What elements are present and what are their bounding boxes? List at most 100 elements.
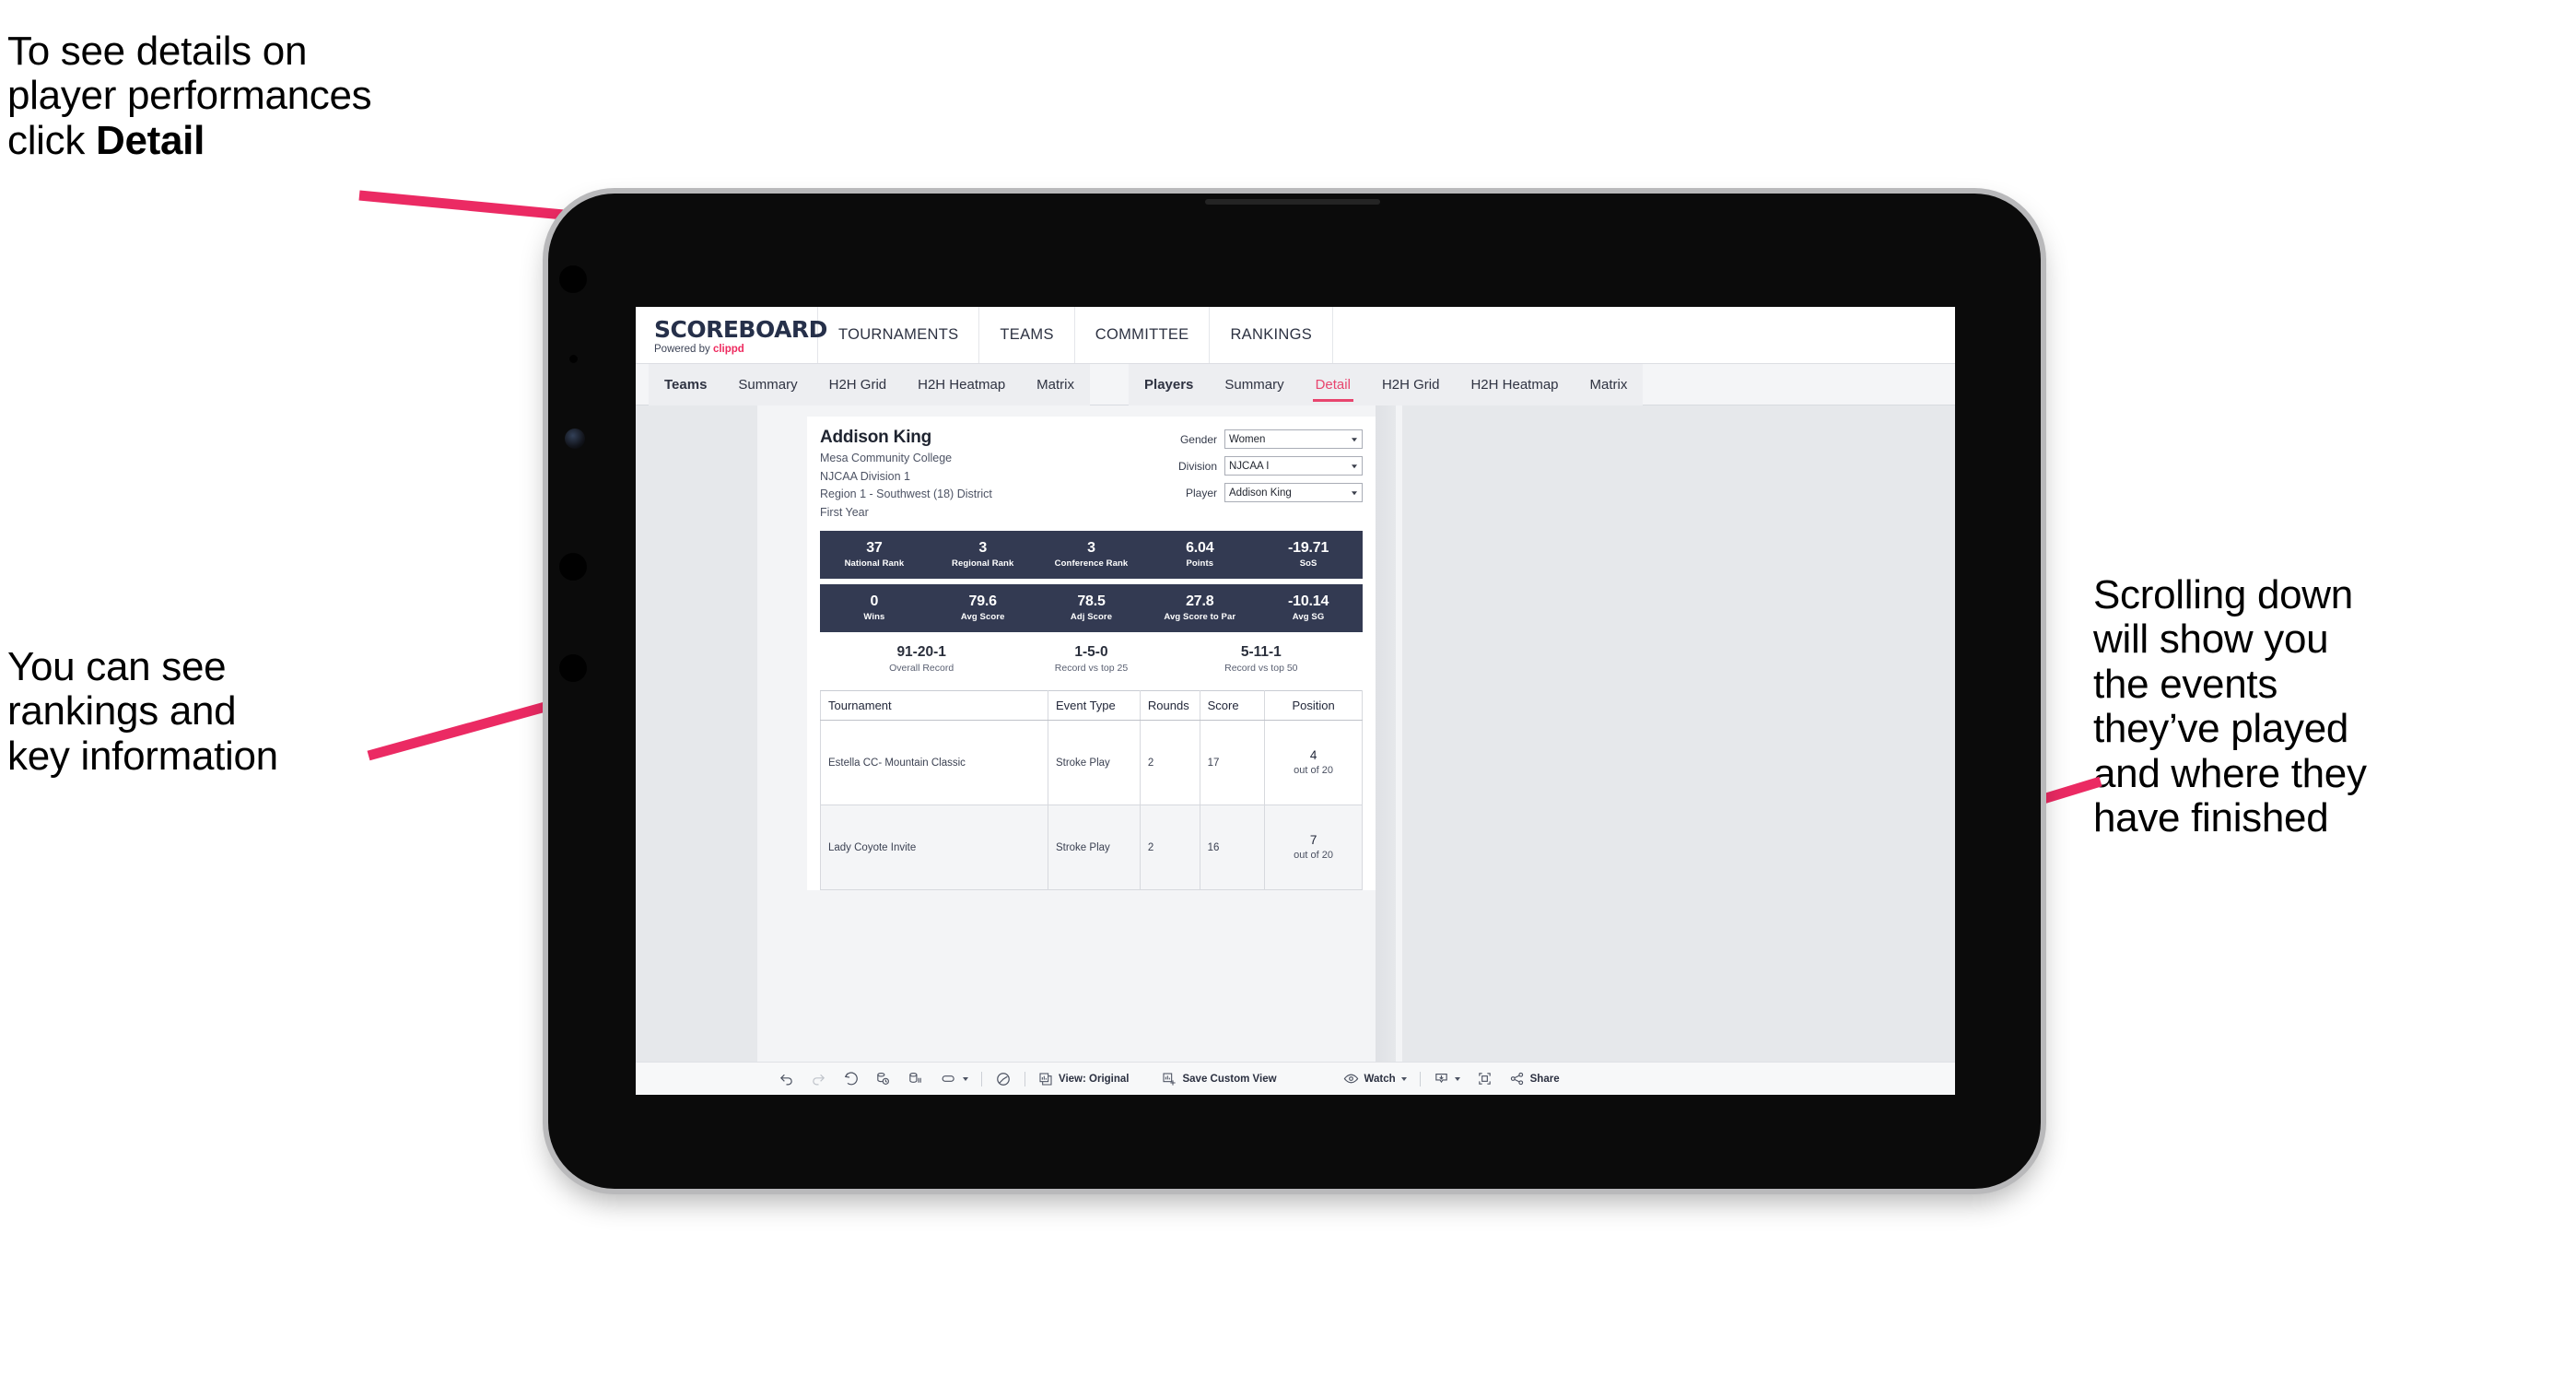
kpi-value: 27.8: [1186, 593, 1214, 609]
pill-icon[interactable]: [940, 1071, 957, 1086]
filter-row-gender: Gender Women: [1142, 429, 1363, 449]
column-header-score[interactable]: Score: [1199, 690, 1266, 722]
save-custom-view-button[interactable]: Save Custom View: [1162, 1072, 1277, 1086]
filter-value-gender: Women: [1229, 433, 1266, 445]
pause-updates-icon[interactable]: [907, 1071, 923, 1086]
tab-teams-matrix[interactable]: Matrix: [1021, 364, 1090, 405]
records-row: 91-20-1 Overall Record 1-5-0 Record vs t…: [820, 644, 1363, 677]
cell-event-type: Stroke Play: [1047, 720, 1141, 806]
view-original-label: View: Original: [1059, 1073, 1130, 1085]
kpi-points: 6.04 Points: [1145, 540, 1254, 570]
app-logo[interactable]: SCOREBOARD Powered by clippd: [636, 307, 827, 363]
position-out-of: out of 20: [1294, 850, 1333, 862]
table-row[interactable]: Lady Coyote Invite Stroke Play 2 16 7 ou…: [820, 805, 1363, 891]
column-header-tournament[interactable]: Tournament: [820, 690, 1048, 722]
tab-players-summary[interactable]: Summary: [1209, 364, 1299, 405]
tab-teams-h2h-grid[interactable]: H2H Grid: [814, 364, 903, 405]
record-value: 5-11-1: [1240, 644, 1282, 660]
record-vs-top-50: 5-11-1 Record vs top 50: [1177, 644, 1346, 674]
record-value: 91-20-1: [896, 644, 946, 660]
filter-select-gender[interactable]: Women: [1224, 429, 1363, 449]
player-school: Mesa Community College: [820, 452, 953, 464]
position-number: 4: [1309, 748, 1317, 763]
player-identity: Addison King Mesa Community College NJCA…: [820, 428, 992, 520]
cell-tournament: Lady Coyote Invite: [820, 805, 1048, 891]
device-sensor-dot: [569, 355, 578, 363]
top-nav-committee[interactable]: COMMITTEE: [1075, 307, 1211, 363]
filter-select-division[interactable]: NJCAA I: [1224, 456, 1363, 476]
filter-row-player: Player Addison King: [1142, 483, 1363, 502]
kpi-bar-scoring: 0 Wins 79.6 Avg Score 78.5 Adj Score 27.…: [820, 584, 1363, 632]
kpi-avg-score-to-par: 27.8 Avg Score to Par: [1145, 593, 1254, 623]
tab-teams-h2h-heatmap[interactable]: H2H Heatmap: [902, 364, 1021, 405]
filter-label-gender: Gender: [1179, 432, 1217, 446]
player-class-year: First Year: [820, 505, 869, 519]
kpi-adj-score: 78.5 Adj Score: [1037, 593, 1146, 623]
device-volume-up-button[interactable]: [559, 553, 587, 581]
cell-position: 7 out of 20: [1264, 805, 1363, 891]
chevron-down-icon: [1352, 437, 1357, 441]
share-button[interactable]: Share: [1509, 1071, 1560, 1086]
fullscreen-icon[interactable]: [1477, 1071, 1493, 1086]
save-custom-view-label: Save Custom View: [1182, 1073, 1277, 1085]
view-original-button[interactable]: View: Original: [1038, 1072, 1129, 1086]
device-camera-icon: [565, 429, 585, 449]
filter-panel: Gender Women Division NJCAA I Player Add…: [1142, 428, 1363, 520]
kpi-avg-sg: -10.14 Avg SG: [1254, 593, 1363, 623]
device-volume-down-button[interactable]: [559, 654, 587, 682]
column-header-event-type[interactable]: Event Type: [1047, 690, 1141, 722]
annotation-right: Scrolling down will show you the events …: [2093, 572, 2367, 840]
top-nav-teams[interactable]: TEAMS: [979, 307, 1075, 363]
kpi-label: Avg Score: [960, 612, 1005, 623]
logo-tagline-brand: clippd: [712, 343, 744, 355]
top-nav-rankings[interactable]: RANKINGS: [1210, 307, 1334, 363]
kpi-wins: 0 Wins: [820, 593, 929, 623]
column-header-position[interactable]: Position: [1264, 690, 1363, 722]
chevron-down-icon: [1454, 1076, 1460, 1081]
kpi-regional-rank: 3 Regional Rank: [929, 540, 1037, 570]
kpi-value: -10.14: [1288, 593, 1329, 609]
presentation-icon[interactable]: [995, 1071, 1012, 1087]
tab-players-h2h-heatmap[interactable]: H2H Heatmap: [1455, 364, 1574, 405]
top-nav-tournaments[interactable]: TOURNAMENTS: [818, 307, 980, 363]
record-vs-top-25: 1-5-0 Record vs top 25: [1006, 644, 1176, 674]
refresh-data-icon[interactable]: [875, 1071, 891, 1086]
record-label: Record vs top 50: [1224, 663, 1298, 675]
kpi-avg-score: 79.6 Avg Score: [929, 593, 1037, 623]
kpi-bar-rankings: 37 National Rank 3 Regional Rank 3 Confe…: [820, 531, 1363, 579]
download-icon[interactable]: [1434, 1071, 1460, 1086]
pill-dropdown-icon[interactable]: [957, 1076, 968, 1081]
watch-button[interactable]: Watch: [1343, 1071, 1407, 1086]
kpi-label: National Rank: [844, 558, 905, 570]
tab-players-h2h-grid[interactable]: H2H Grid: [1366, 364, 1456, 405]
toolbar-divider: [1419, 1071, 1421, 1086]
filter-value-player: Addison King: [1229, 487, 1292, 499]
table-header-row: Tournament Event Type Rounds Score Posit…: [820, 690, 1363, 722]
chevron-down-icon: [1352, 464, 1357, 468]
annotation-top-left-bold: Detail: [95, 117, 205, 163]
kpi-sos: -19.71 SoS: [1254, 540, 1363, 570]
kpi-value: 37: [866, 539, 883, 556]
kpi-label: Regional Rank: [952, 558, 1014, 570]
table-row[interactable]: Estella CC- Mountain Classic Stroke Play…: [820, 720, 1363, 806]
tab-teams-summary[interactable]: Summary: [722, 364, 813, 405]
redo-icon[interactable]: [811, 1071, 826, 1086]
kpi-national-rank: 37 National Rank: [820, 539, 929, 570]
tab-players-detail[interactable]: Detail: [1300, 364, 1366, 405]
logo-tagline-prefix: Powered by: [654, 343, 713, 355]
chevron-down-icon: [1352, 490, 1357, 495]
undo-icon[interactable]: [779, 1071, 794, 1086]
kpi-value: 79.6: [968, 593, 998, 609]
player-header: Addison King Mesa Community College NJCA…: [820, 428, 1363, 520]
cell-rounds: 2: [1139, 720, 1200, 806]
record-value: 1-5-0: [1074, 644, 1108, 660]
tab-players-matrix[interactable]: Matrix: [1575, 364, 1644, 405]
revert-icon[interactable]: [843, 1071, 859, 1086]
tab-teams[interactable]: Teams: [649, 364, 722, 405]
chevron-down-icon: [963, 1076, 968, 1081]
tab-players[interactable]: Players: [1129, 364, 1209, 405]
record-overall: 91-20-1 Overall Record: [837, 644, 1006, 674]
filter-select-player[interactable]: Addison King: [1224, 483, 1363, 502]
device-power-button[interactable]: [559, 265, 587, 293]
column-header-rounds[interactable]: Rounds: [1139, 690, 1200, 722]
